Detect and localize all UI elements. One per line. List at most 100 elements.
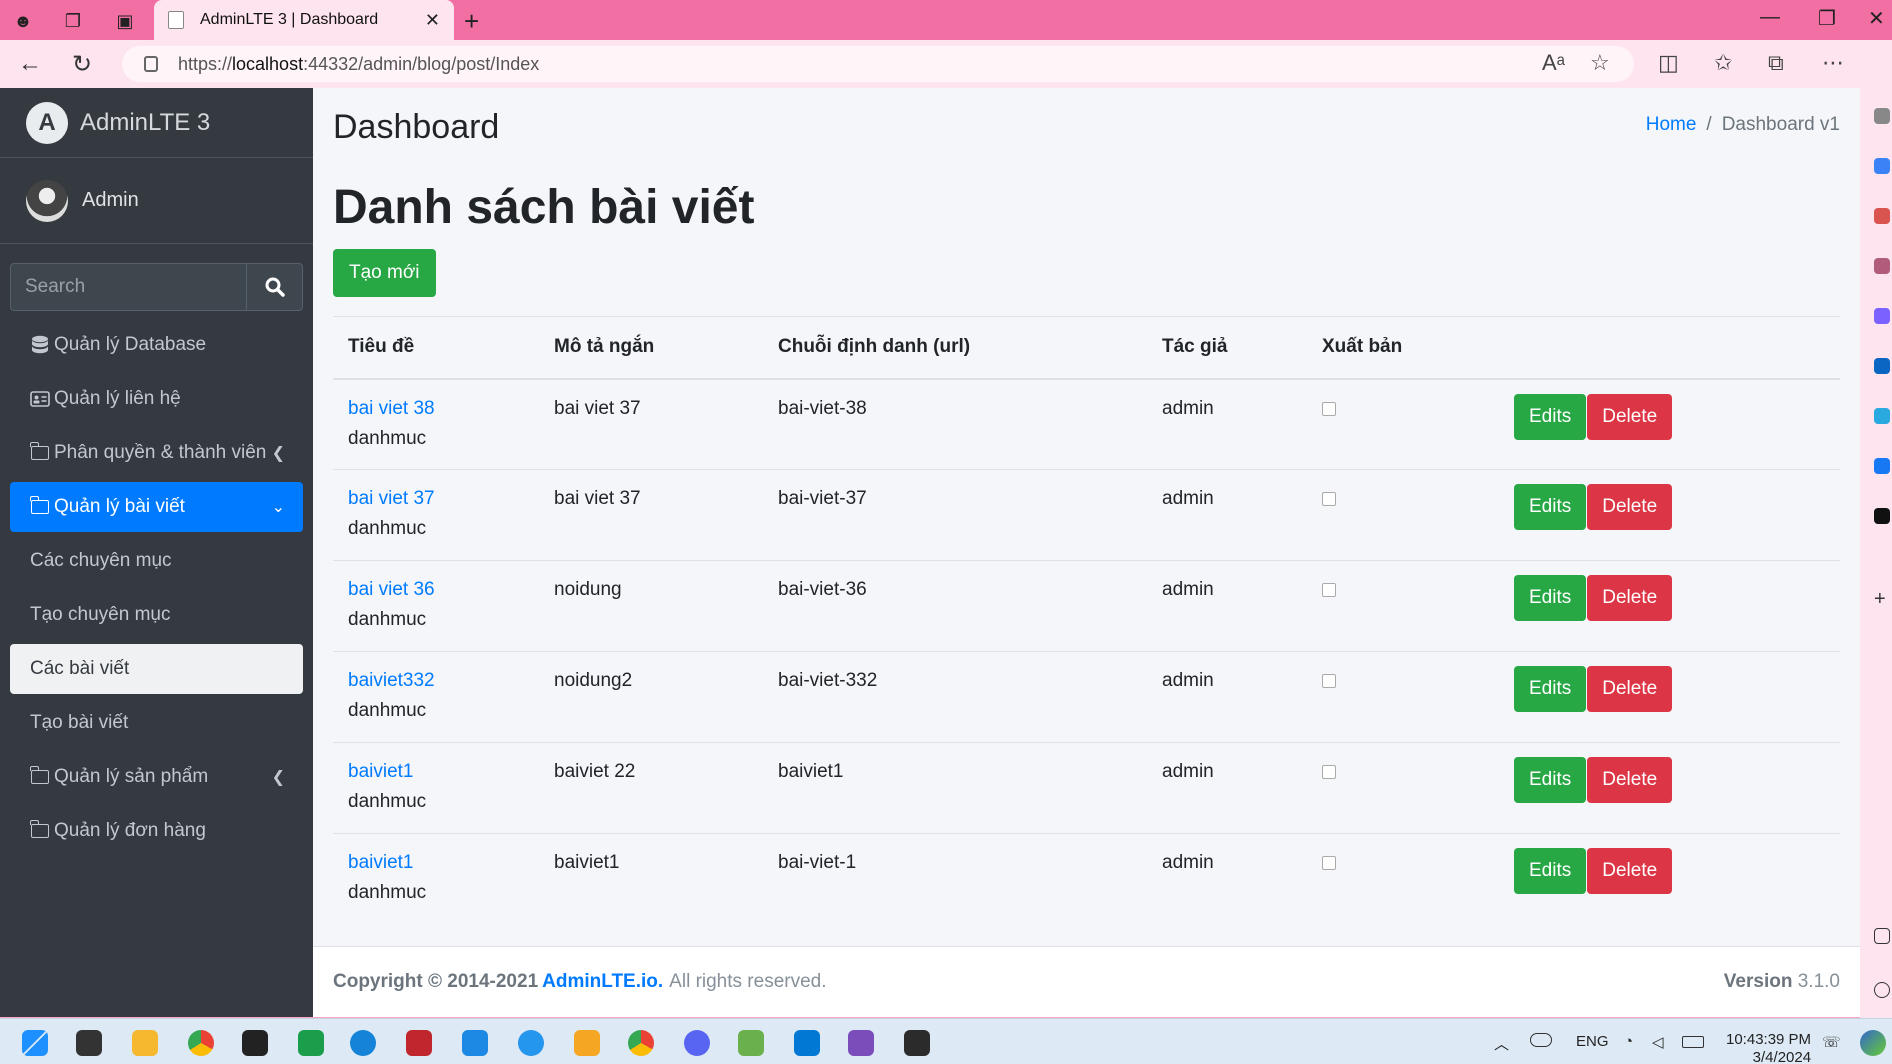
sidebar-item-orders[interactable]: Quản lý đơn hàng xyxy=(10,806,303,856)
published-checkbox[interactable] xyxy=(1322,856,1336,870)
delete-button[interactable]: Delete xyxy=(1587,484,1673,530)
close-tab-icon[interactable]: ✕ xyxy=(425,10,440,31)
app-blue-icon[interactable] xyxy=(462,1030,488,1056)
app-orange-icon[interactable] xyxy=(574,1030,600,1056)
published-checkbox[interactable] xyxy=(1322,583,1336,597)
app-green-icon[interactable] xyxy=(738,1030,764,1056)
docker-icon[interactable] xyxy=(518,1030,544,1056)
edit-button[interactable]: Edits xyxy=(1514,575,1587,621)
sidebar-item-contacts[interactable]: Quản lý liên hệ xyxy=(10,374,303,424)
brand-link[interactable]: A AdminLTE 3 xyxy=(0,88,313,158)
app-a-icon[interactable] xyxy=(1874,508,1890,524)
published-checkbox[interactable] xyxy=(1322,674,1336,688)
delete-button[interactable]: Delete xyxy=(1587,757,1673,803)
sidebar-item-categories[interactable]: Các chuyên mục xyxy=(10,536,303,586)
content-wrapper: Dashboard Home / Dashboard v1 Danh sách bà… xyxy=(313,88,1860,1017)
sidebar-item-post-list[interactable]: Các bài viết xyxy=(10,644,303,694)
language-indicator[interactable]: ENG xyxy=(1576,1033,1609,1050)
system-clock[interactable]: 10:43:39 PM 3/4/2024 xyxy=(1726,1031,1811,1064)
user-panel[interactable]: Admin xyxy=(0,158,313,244)
delete-button[interactable]: Delete xyxy=(1587,848,1673,894)
sidebar-item-create-post[interactable]: Tạo bài viết xyxy=(10,698,303,748)
terminal-icon[interactable] xyxy=(904,1030,930,1056)
edit-button[interactable]: Edits xyxy=(1514,666,1587,712)
onedrive-icon[interactable] xyxy=(1530,1033,1552,1047)
screenshot-icon[interactable] xyxy=(1874,928,1890,944)
browser-tab[interactable]: AdminLTE 3 | Dashboard ✕ xyxy=(154,0,454,40)
outlook-icon[interactable] xyxy=(1874,358,1890,374)
favorite-star-icon[interactable]: ☆ xyxy=(1590,50,1610,76)
published-checkbox[interactable] xyxy=(1322,492,1336,506)
tab-actions-icon[interactable]: ▣ xyxy=(112,8,138,34)
post-title-link[interactable]: bai viet 37 xyxy=(348,488,435,509)
notifications-icon[interactable]: ☏ xyxy=(1822,1033,1841,1051)
published-checkbox[interactable] xyxy=(1322,765,1336,779)
post-title-link[interactable]: bai viet 36 xyxy=(348,579,435,600)
minimize-icon[interactable]: — xyxy=(1760,6,1780,29)
post-title-link[interactable]: baiviet1 xyxy=(348,852,414,873)
delete-button[interactable]: Delete xyxy=(1587,575,1673,621)
windows-start-icon[interactable] xyxy=(22,1030,48,1056)
tools-icon[interactable] xyxy=(1874,208,1890,224)
post-title-link[interactable]: baiviet1 xyxy=(348,761,414,782)
edit-button[interactable]: Edits xyxy=(1514,848,1587,894)
new-tab-icon[interactable]: + xyxy=(464,6,479,37)
goland-icon[interactable] xyxy=(242,1030,268,1056)
post-title-link[interactable]: baiviet332 xyxy=(348,670,435,691)
adminlte-link[interactable]: AdminLTE.io. xyxy=(542,971,663,993)
chrome-dev-icon[interactable] xyxy=(628,1030,654,1056)
settings-gear-icon[interactable] xyxy=(1874,982,1890,998)
sidebar-item-create-category[interactable]: Tạo chuyên mục xyxy=(10,590,303,640)
close-window-icon[interactable]: ✕ xyxy=(1868,6,1885,31)
games-icon[interactable] xyxy=(1874,308,1890,324)
pycharm-icon[interactable] xyxy=(298,1030,324,1056)
edit-button[interactable]: Edits xyxy=(1514,393,1587,440)
post-category: danhmuc xyxy=(348,791,427,812)
post-title-link[interactable]: bai viet 38 xyxy=(348,398,435,419)
sidebar-item-products[interactable]: Quản lý sản phẩm ❮ xyxy=(10,752,303,802)
split-screen-icon[interactable]: ◫ xyxy=(1658,50,1679,76)
add-app-icon[interactable]: + xyxy=(1874,588,1890,610)
chrome-icon[interactable] xyxy=(188,1030,214,1056)
favorites-icon[interactable]: ✩ xyxy=(1714,50,1732,76)
vscode-icon[interactable] xyxy=(794,1030,820,1056)
facebook-icon[interactable] xyxy=(1874,458,1890,474)
wifi-icon[interactable]: ◔ xyxy=(1624,1033,1633,1050)
create-post-button[interactable]: Tạo mới xyxy=(333,249,436,297)
redis-icon[interactable] xyxy=(406,1030,432,1056)
search-button[interactable] xyxy=(246,263,303,311)
more-options-icon[interactable]: ⋯ xyxy=(1822,50,1844,76)
task-view-icon[interactable] xyxy=(76,1030,102,1056)
telegram-icon[interactable] xyxy=(1874,408,1890,424)
people-icon[interactable] xyxy=(1874,258,1890,274)
sidebar-item-permissions[interactable]: Phân quyền & thành viên ❮ xyxy=(10,428,303,478)
sidebar-item-posts[interactable]: Quản lý bài viết ⌄ xyxy=(10,482,303,532)
search-icon[interactable] xyxy=(1874,108,1890,124)
collections-icon[interactable]: ⧉ xyxy=(1768,50,1784,76)
refresh-icon[interactable]: ↻ xyxy=(72,50,92,79)
breadcrumb-home-link[interactable]: Home xyxy=(1646,114,1697,135)
url-input[interactable]: https://localhost:44332/admin/blog/post/… xyxy=(122,46,1634,82)
restore-icon[interactable]: ❐ xyxy=(1818,6,1836,31)
chevron-up-icon[interactable]: ︿ xyxy=(1494,1033,1509,1054)
sidebar-item-database[interactable]: Quản lý Database xyxy=(10,320,303,370)
delete-button[interactable]: Delete xyxy=(1587,666,1673,712)
visual-studio-icon[interactable] xyxy=(848,1030,874,1056)
copilot-taskbar-icon[interactable] xyxy=(1860,1030,1886,1056)
read-aloud-icon[interactable]: Aᵃ xyxy=(1542,50,1565,76)
edit-button[interactable]: Edits xyxy=(1514,757,1587,803)
browser-side-panel xyxy=(1860,88,1892,1018)
edit-button[interactable]: Edits xyxy=(1514,484,1587,530)
battery-icon[interactable] xyxy=(1682,1036,1704,1048)
search-input[interactable] xyxy=(10,263,246,311)
workspaces-icon[interactable]: ❐ xyxy=(60,8,86,34)
edge-browser-icon[interactable] xyxy=(350,1030,376,1056)
profile-icon[interactable]: ☻ xyxy=(10,8,36,34)
published-checkbox[interactable] xyxy=(1322,401,1336,416)
discord-icon[interactable] xyxy=(684,1030,710,1056)
delete-button[interactable]: Delete xyxy=(1587,393,1673,440)
back-icon[interactable]: ← xyxy=(18,50,42,78)
copilot-icon[interactable] xyxy=(1874,158,1890,174)
file-explorer-icon[interactable] xyxy=(132,1030,158,1056)
volume-icon[interactable]: ◁ xyxy=(1652,1033,1664,1051)
